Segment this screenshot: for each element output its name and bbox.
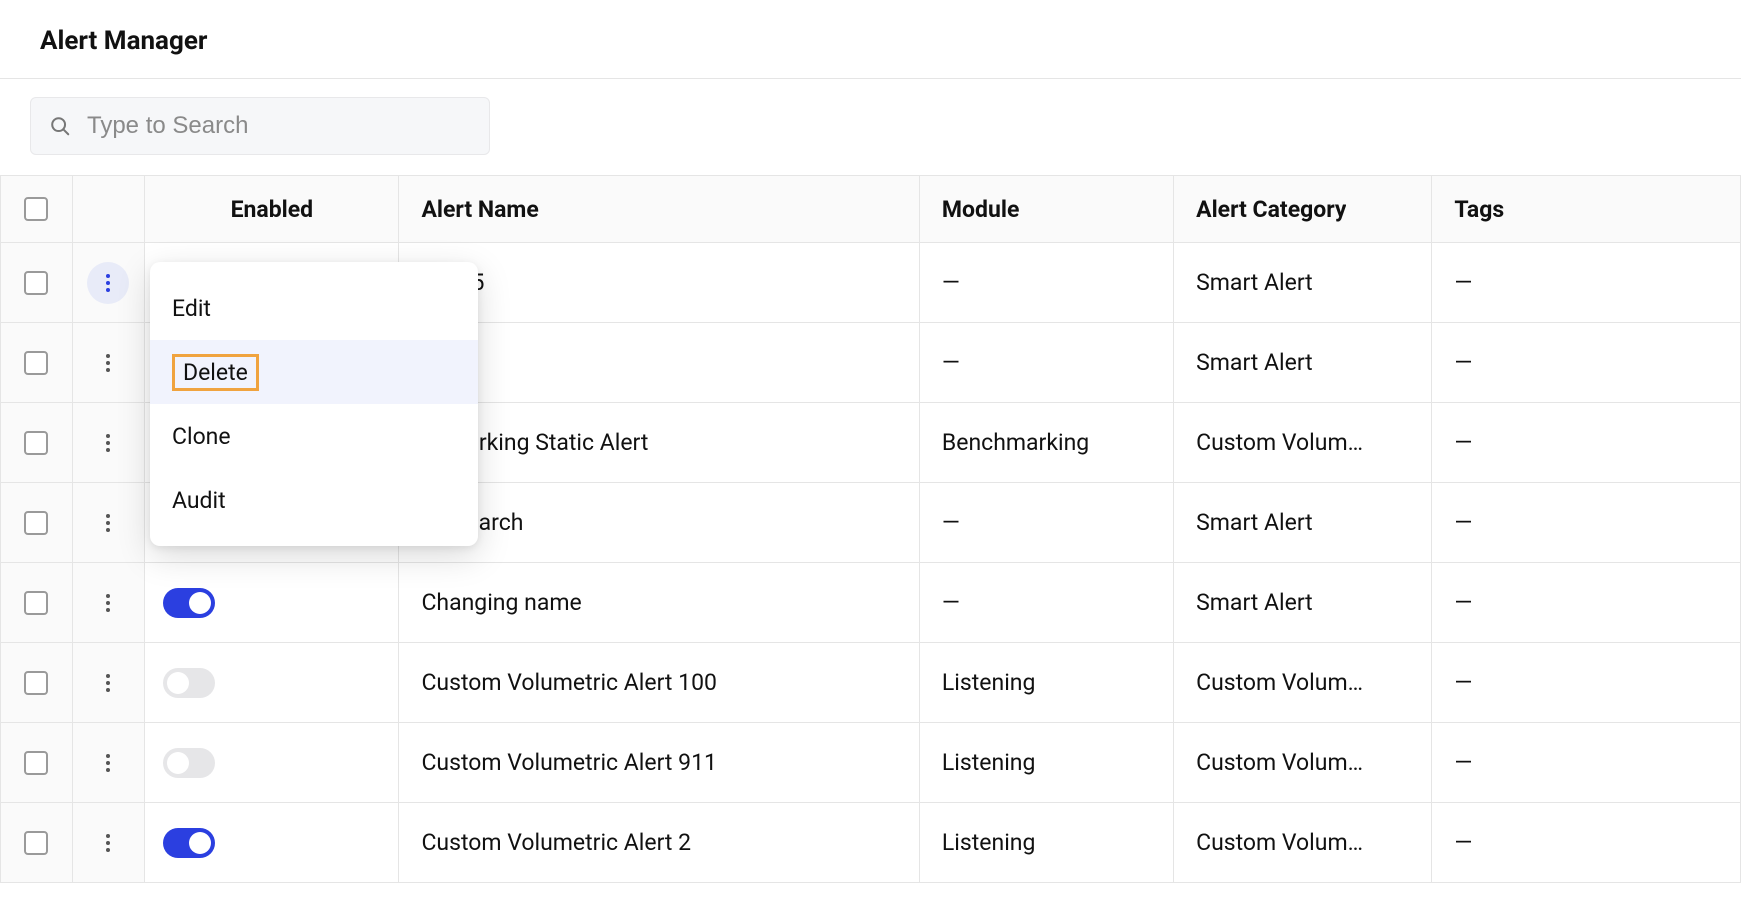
row-actions-button[interactable] [87,502,129,544]
tags-value: — [1454,269,1472,296]
table-row: Custom Volumetric Alert 100 Listening Cust… [0,643,1741,723]
kebab-icon [106,274,110,292]
alert-name: Custom Volumetric Alert 2 [421,829,691,856]
enabled-toggle[interactable] [163,668,215,698]
col-header-alert-name: Alert Name [421,196,538,223]
page-title: Alert Manager [40,26,1701,56]
enabled-toggle[interactable] [163,828,215,858]
category-value: Custom Volum… [1196,429,1363,456]
col-header-category: Alert Category [1196,196,1346,223]
category-value: Custom Volum… [1196,829,1363,856]
table-row: Changing name — Smart Alert — [0,563,1741,643]
category-value: Smart Alert [1196,349,1313,376]
tags-value: — [1454,749,1472,776]
col-header-enabled: Enabled [231,196,314,223]
module-value: Listening [942,669,1035,696]
row-checkbox[interactable] [24,671,48,695]
kebab-icon [106,674,110,692]
search-icon [49,115,71,137]
row-actions-button[interactable] [87,422,129,464]
row-actions-button[interactable] [87,742,129,784]
context-menu-item-label: Audit [172,487,226,514]
row-context-menu: Edit Delete Clone Audit [150,262,478,546]
kebab-icon [106,834,110,852]
select-all-checkbox[interactable] [24,197,48,221]
category-value: Smart Alert [1196,589,1313,616]
search-input[interactable] [85,111,471,141]
context-menu-item-label: Clone [172,423,231,450]
module-value: — [942,349,960,376]
module-value: Listening [942,749,1035,776]
tags-value: — [1454,589,1472,616]
alert-name: Custom Volumetric Alert 100 [421,669,717,696]
module-value: — [942,589,960,616]
row-actions-button[interactable] [87,342,129,384]
col-header-module: Module [942,196,1019,223]
row-actions-button[interactable] [87,582,129,624]
row-checkbox[interactable] [24,271,48,295]
row-checkbox[interactable] [24,591,48,615]
table-row: Custom Volumetric Alert 2 Listening Custom… [0,803,1741,883]
row-checkbox[interactable] [24,511,48,535]
tags-value: — [1454,829,1472,856]
context-menu-item-clone[interactable]: Clone [150,404,478,468]
enabled-toggle[interactable] [163,748,215,778]
category-value: Smart Alert [1196,269,1313,296]
row-checkbox[interactable] [24,351,48,375]
tags-value: — [1454,669,1472,696]
category-value: Smart Alert [1196,509,1313,536]
row-checkbox[interactable] [24,431,48,455]
kebab-icon [106,754,110,772]
alert-name: Custom Volumetric Alert 911 [421,749,717,776]
tags-value: — [1454,429,1472,456]
row-actions-button[interactable] [87,822,129,864]
row-actions-button[interactable] [87,262,129,304]
category-value: Custom Volum… [1196,749,1363,776]
module-value: Benchmarking [942,429,1089,456]
category-value: Custom Volum… [1196,669,1363,696]
search-box[interactable] [30,97,490,155]
tags-value: — [1454,349,1472,376]
kebab-icon [106,434,110,452]
module-value: Listening [942,829,1035,856]
kebab-icon [106,354,110,372]
tags-value: — [1454,509,1472,536]
context-menu-item-label: Delete [172,354,259,391]
context-menu-item-label: Edit [172,295,211,322]
enabled-toggle[interactable] [163,588,215,618]
context-menu-item-delete[interactable]: Delete [150,340,478,404]
row-checkbox[interactable] [24,831,48,855]
kebab-icon [106,594,110,612]
kebab-icon [106,514,110,532]
module-value: — [942,269,960,296]
col-header-tags: Tags [1454,196,1504,223]
row-checkbox[interactable] [24,751,48,775]
alert-name: Changing name [421,589,581,616]
context-menu-item-audit[interactable]: Audit [150,468,478,532]
context-menu-item-edit[interactable]: Edit [150,276,478,340]
row-actions-button[interactable] [87,662,129,704]
table-row: Custom Volumetric Alert 911 Listening Cust… [0,723,1741,803]
module-value: — [942,509,960,536]
